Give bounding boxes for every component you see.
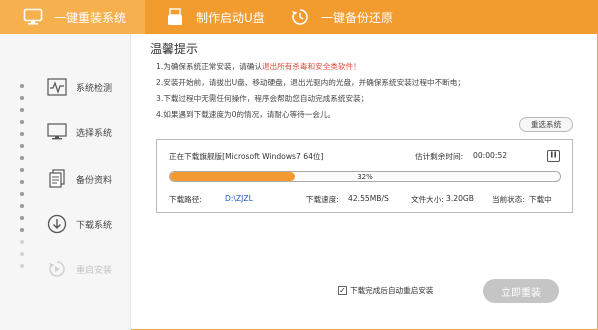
- step-dot: [20, 108, 24, 112]
- sidebar-item-label: 选择系统: [76, 128, 113, 139]
- reboot-icon: [46, 258, 68, 280]
- current-state-label: 当前状态:: [492, 195, 525, 204]
- step-dot: [20, 132, 24, 136]
- file-size-label: 文件大小:: [411, 195, 444, 204]
- tip-line-4: 4.如果遇到下载速度为0的情况，请耐心等待一会儿。: [156, 110, 336, 119]
- auto-reboot-option[interactable]: ✓ 下载完成后自动重启安装: [338, 285, 434, 296]
- download-progress-bar: 32%: [169, 171, 561, 182]
- sidebar-item-select-system: 选择系统: [46, 119, 112, 145]
- pause-icon: [550, 151, 557, 161]
- auto-reboot-checkbox[interactable]: ✓: [338, 286, 347, 295]
- tab-label: 制作启动U盘: [196, 10, 265, 25]
- download-path-label: 下载路径:: [169, 195, 202, 204]
- auto-reboot-label: 下载完成后自动重启安装: [350, 286, 434, 295]
- step-dot: [20, 204, 24, 208]
- page-title: 温馨提示: [150, 42, 199, 56]
- remaining-time-value: 00:00:52: [473, 151, 508, 160]
- top-nav-bar: 一键重装系统 制作启动U盘 一键备份还原: [0, 0, 598, 34]
- step-dot: [20, 228, 24, 232]
- step-dot: [20, 180, 24, 184]
- pause-button[interactable]: [547, 150, 560, 162]
- sidebar-item-label: 下载系统: [76, 220, 113, 231]
- download-status-text: 正在下载旗舰版[Microsoft Windows7 64位]: [169, 152, 324, 161]
- monitor-icon: [22, 6, 44, 28]
- step-dot: [20, 216, 24, 220]
- step-dot: [20, 96, 24, 100]
- tip-line-3: 3.下载过程中无需任何操作，程序会帮助您自动完成系统安装；: [156, 94, 369, 103]
- step-dot: [20, 156, 24, 160]
- tip-line-1: 1.为确保系统正常安装，请确认退出所有杀毒和安全类软件！: [156, 61, 361, 72]
- sidebar-item-label: 系统检测: [76, 83, 113, 94]
- sidebar-item-label: 重启安装: [76, 265, 113, 276]
- download-path-value: D:\ZJZL: [225, 194, 253, 203]
- reselect-system-button[interactable]: 重选系统: [519, 117, 573, 132]
- tip-line-2: 2.安装开始前，请拔出U盘、移动硬盘，退出光驱内的光盘，并确保系统安装过程中不断…: [156, 78, 465, 87]
- step-dot: [20, 168, 24, 172]
- step-dot: [20, 240, 24, 244]
- step-dot: [20, 144, 24, 148]
- download-speed-value: 42.55MB/S: [348, 194, 389, 203]
- download-icon: [46, 213, 68, 235]
- tab-one-click-reinstall[interactable]: 一键重装系统: [0, 0, 145, 34]
- tab-backup-restore[interactable]: 一键备份还原: [285, 0, 435, 34]
- sidebar-item-backup-data: 备份资料: [46, 166, 112, 192]
- step-dot: [20, 252, 24, 256]
- sidebar-item-label: 备份资料: [76, 175, 113, 186]
- tab-label: 一键重装系统: [54, 10, 127, 25]
- step-dot: [20, 120, 24, 124]
- tab-make-usb[interactable]: 制作启动U盘: [150, 0, 290, 34]
- files-icon: [46, 168, 68, 190]
- current-state-value: 下载中: [529, 195, 552, 204]
- step-dot: [20, 192, 24, 196]
- restore-icon: [289, 6, 311, 28]
- download-speed-label: 下载速度:: [306, 195, 339, 204]
- waveform-icon: [46, 76, 68, 98]
- file-size-value: 3.20GB: [446, 194, 475, 203]
- step-dot: [20, 84, 24, 88]
- tip-warning-text: 退出所有杀毒和安全类软件！: [261, 62, 361, 71]
- tip-text: 1.为确保系统正常安装，请确认: [156, 62, 262, 71]
- progress-percent: 32%: [357, 172, 373, 181]
- download-panel: 正在下载旗舰版[Microsoft Windows7 64位] 估计剩余时间: …: [156, 139, 573, 213]
- usb-icon: [164, 6, 186, 28]
- step-dot: [20, 264, 24, 268]
- tab-label: 一键备份还原: [321, 10, 394, 25]
- monitor-icon: [46, 121, 68, 143]
- install-now-button[interactable]: 立即重装: [483, 279, 559, 303]
- remaining-time-label: 估计剩余时间:: [415, 152, 464, 161]
- steps-sidebar: 系统检测 选择系统 备份资料 下载系统 重启安装: [0, 34, 131, 330]
- sidebar-item-reboot-install: 重启安装: [46, 256, 112, 282]
- sidebar-item-download-system: 下载系统: [46, 211, 112, 237]
- sidebar-item-system-check: 系统检测: [46, 74, 112, 100]
